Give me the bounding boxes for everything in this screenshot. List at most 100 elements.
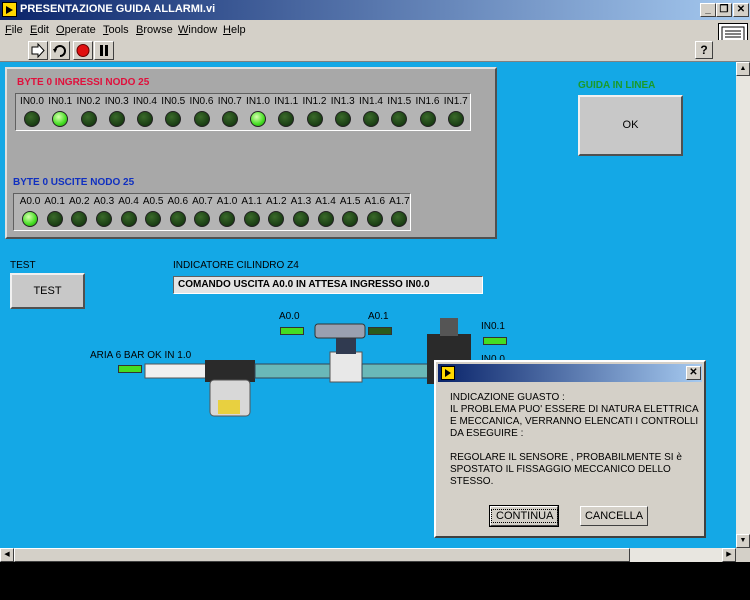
input-led <box>250 111 266 127</box>
input-label: IN0.5 <box>161 96 186 107</box>
horizontal-scrollbar[interactable]: ◀ ▶ <box>0 548 736 562</box>
guide-label: GUIDA IN LINEA <box>578 80 656 91</box>
output-led-row: A0.0 A0.1 A0.2 A0.3 A0.4 A0.5 A0.6 A0.7 A1.0 A1.1… <box>13 193 411 231</box>
run-continuously-icon <box>53 45 66 57</box>
window-title: PRESENTAZIONE GUIDA ALLARMI.vi <box>20 3 216 15</box>
continue-button[interactable]: CONTINUA <box>489 505 559 527</box>
input-label: IN0.3 <box>104 96 129 107</box>
inputs-title: BYTE 0 INGRESSI NODO 25 <box>17 77 150 88</box>
input-led <box>24 111 40 127</box>
scroll-left-button[interactable]: ◀ <box>0 548 14 562</box>
input-cell: IN1.0 <box>244 94 272 130</box>
dialog-close-button[interactable]: ✕ <box>686 366 701 380</box>
menu-help[interactable]: Help <box>223 24 246 36</box>
input-led <box>278 111 295 127</box>
input-led <box>447 111 464 127</box>
output-led <box>95 211 112 227</box>
input-label: IN1.0 <box>246 96 270 107</box>
input-cell: IN0.3 <box>103 94 131 130</box>
run-arrow-icon <box>31 42 45 59</box>
cylinder-status-field: COMANDO USCITA A0.0 IN ATTESA INGRESSO I… <box>173 276 483 294</box>
scroll-up-button[interactable]: ▲ <box>736 62 750 76</box>
input-cell: IN0.7 <box>216 94 244 130</box>
pause-button[interactable] <box>94 41 114 60</box>
menu-edit[interactable]: Edit <box>30 24 49 36</box>
input-label: IN0.2 <box>76 96 101 107</box>
input-led <box>334 111 351 127</box>
input-label: IN0.4 <box>133 96 157 107</box>
input-led <box>221 111 238 127</box>
input-label: IN1.2 <box>302 96 327 107</box>
cancel-button[interactable]: CANCELLA <box>580 506 648 526</box>
input-led <box>108 111 125 127</box>
input-cell: IN0.0 <box>18 94 46 130</box>
input-led <box>391 111 408 127</box>
test-button[interactable]: TEST <box>10 273 85 309</box>
abort-button[interactable] <box>73 41 93 60</box>
input-label: IN0.6 <box>189 96 214 107</box>
input-led <box>52 111 69 127</box>
cylinder-indicator-label: INDICATORE CILINDRO Z4 <box>173 260 299 271</box>
output-led <box>169 211 186 227</box>
title-bar: PRESENTAZIONE GUIDA ALLARMI.vi _ ❐ ✕ <box>0 0 750 20</box>
io-status-box: BYTE 0 INGRESSI NODO 25 IN0.0 IN0.1 IN0.2 I… <box>5 67 497 239</box>
input-cell: IN1.7 <box>442 94 470 130</box>
pause-icon <box>100 45 108 56</box>
close-button[interactable]: ✕ <box>733 3 749 17</box>
vertical-scrollbar[interactable]: ▲ ▼ <box>736 62 750 548</box>
input-cell: IN1.5 <box>385 94 413 130</box>
input-led <box>165 111 182 127</box>
output-led <box>46 211 63 227</box>
restore-button[interactable]: ❐ <box>716 3 732 17</box>
output-led <box>120 211 137 227</box>
labview-icon <box>441 366 455 380</box>
stop-icon <box>76 44 90 57</box>
run-arrow-button[interactable] <box>28 41 48 60</box>
input-led <box>80 111 97 127</box>
output-cell: A1.7 <box>385 194 413 230</box>
menu-tools[interactable]: Tools <box>103 24 129 36</box>
guide-ok-button[interactable]: OK <box>578 95 683 156</box>
menu-browse[interactable]: Browse <box>136 24 173 36</box>
input-label: IN1.4 <box>359 96 383 107</box>
input-cell: IN0.1 <box>46 94 74 130</box>
labview-icon <box>2 2 17 17</box>
input-led <box>363 111 379 127</box>
toolbar <box>0 40 750 62</box>
menu-bar: File Edit Operate Tools Browse Window He… <box>0 20 750 40</box>
context-help-button[interactable]: ? <box>695 41 713 59</box>
input-cell: IN0.6 <box>188 94 216 130</box>
input-cell: IN1.3 <box>329 94 357 130</box>
scroll-right-button[interactable]: ▶ <box>722 548 736 562</box>
menu-file[interactable]: File <box>5 24 23 36</box>
input-label: IN0.1 <box>48 96 73 107</box>
input-label: IN1.1 <box>274 96 299 107</box>
outputs-title: BYTE 0 USCITE NODO 25 <box>13 177 135 188</box>
input-led <box>193 111 210 127</box>
output-led <box>391 211 408 227</box>
output-led <box>22 211 38 227</box>
output-led <box>366 211 383 227</box>
front-panel: BYTE 0 INGRESSI NODO 25 IN0.0 IN0.1 IN0.2 I… <box>0 62 736 548</box>
scroll-down-button[interactable]: ▼ <box>736 534 750 548</box>
output-led <box>71 211 88 227</box>
output-led <box>268 211 285 227</box>
menu-window[interactable]: Window <box>178 24 217 36</box>
output-led <box>243 211 260 227</box>
test-label: TEST <box>10 260 36 271</box>
size-grip[interactable] <box>736 548 750 562</box>
output-led <box>317 211 334 227</box>
input-cell: IN1.2 <box>301 94 329 130</box>
minimize-button[interactable]: _ <box>700 3 716 17</box>
input-label: IN1.6 <box>415 96 440 107</box>
input-cell: IN1.6 <box>414 94 442 130</box>
menu-operate[interactable]: Operate <box>56 24 96 36</box>
output-led <box>292 211 309 227</box>
horizontal-scroll-thumb[interactable] <box>14 548 630 562</box>
output-led <box>342 211 359 227</box>
input-label: IN0.0 <box>20 96 44 107</box>
run-continuously-button[interactable] <box>50 41 70 60</box>
air-pressure-led <box>118 365 142 373</box>
input-cell: IN0.4 <box>131 94 159 130</box>
input-cell: IN1.1 <box>272 94 300 130</box>
